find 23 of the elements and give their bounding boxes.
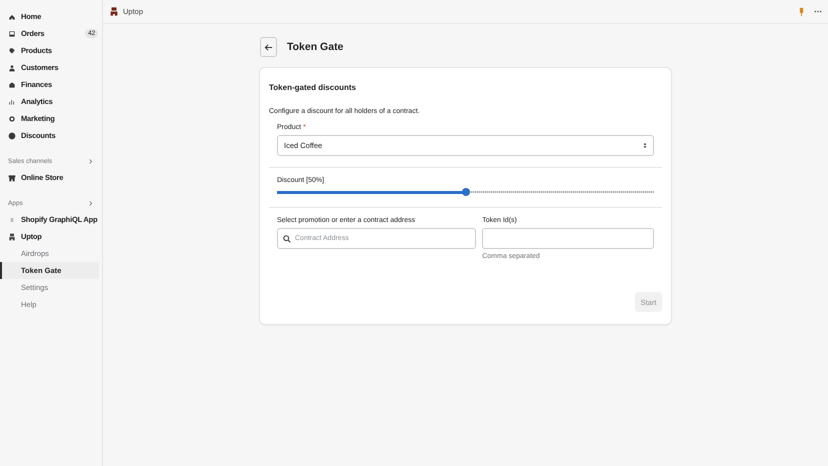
search-icon [283,234,291,242]
nav-icon [8,80,16,88]
back-button[interactable] [260,37,277,57]
nav-icon [8,46,16,54]
nav-icon [8,12,16,20]
pin-icon[interactable] [799,6,804,16]
store-icon [8,174,16,182]
back-arrow-icon [264,42,273,52]
chevron-icon[interactable] [89,158,93,164]
nav-icon [8,64,16,72]
card-title: Token-gated discounts [269,83,357,92]
slider-thumb[interactable] [462,188,470,196]
nav-icon [8,132,16,140]
nav-icon [8,114,16,122]
nav-icon [8,98,16,106]
chevron-icon[interactable] [89,200,93,206]
more-icon[interactable] [814,10,822,13]
nav-icon [8,30,16,38]
page-title: Token Gate [287,41,344,53]
app-icon [8,216,16,224]
sort-caret-icon [643,142,647,149]
token-ids-field[interactable] [482,228,654,249]
discount-slider[interactable] [277,188,654,196]
